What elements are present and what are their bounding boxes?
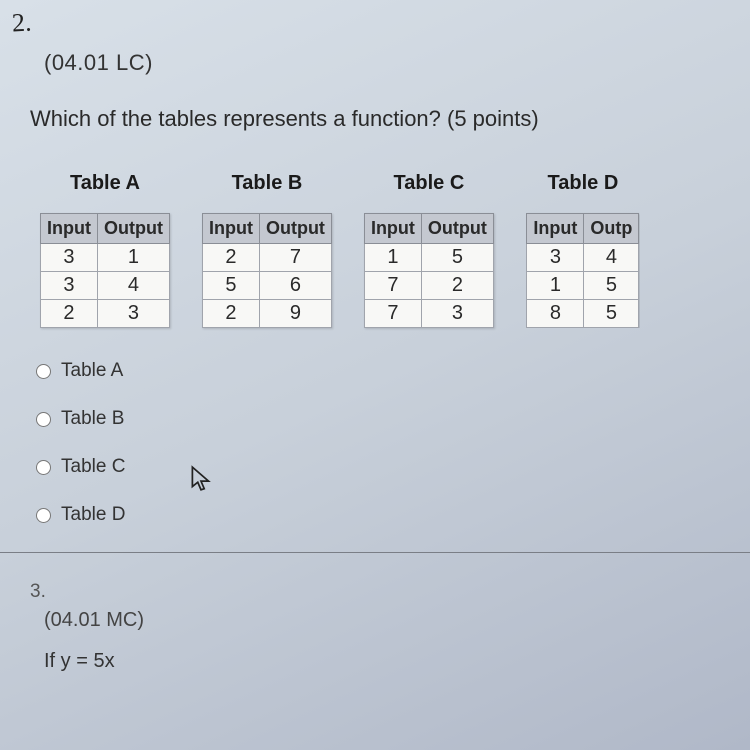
table-b: InputOutput 27 56 29 [202,213,332,328]
header-input: Input [527,214,584,244]
table-b-title: Table B [232,172,303,195]
table-a-title: Table A [70,172,140,195]
header-input: Input [202,214,259,244]
table-c-col: Table C InputOutput 15 72 73 [364,172,494,328]
table-row: 56 [202,272,331,300]
option-b-row[interactable]: Table B [36,408,750,430]
table-row: 27 [202,244,331,272]
table-row: 72 [364,272,493,300]
table-row: 73 [364,300,493,328]
next-lesson-code: (04.01 MC) [44,609,750,632]
header-output: Output [259,214,331,244]
header-output: Output [421,214,493,244]
lesson-code: (04.01 LC) [44,50,750,76]
next-question-stem: If y = 5x [44,650,750,673]
option-c-row[interactable]: Table C [36,456,750,478]
table-row: 29 [202,300,331,328]
option-c-radio[interactable] [36,460,51,475]
table-a-col: Table A InputOutput 31 34 23 [40,172,170,328]
table-row: 34 [41,272,170,300]
table-d: InputOutp 34 15 85 [526,213,639,328]
tables-row: Table A InputOutput 31 34 23 Table B Inp… [40,172,750,328]
option-b-radio[interactable] [36,412,51,427]
table-row: 85 [527,300,639,328]
table-a: InputOutput 31 34 23 [40,213,170,328]
question-text: Which of the tables represents a functio… [30,106,750,132]
table-c: InputOutput 15 72 73 [364,213,494,328]
next-question-number: 3. [30,581,750,603]
table-row: 15 [527,272,639,300]
table-row: 34 [527,244,639,272]
option-d-label: Table D [61,504,125,526]
table-row: 23 [41,300,170,328]
option-a-label: Table A [61,360,123,382]
table-d-col: Table D InputOutp 34 15 85 [526,172,640,328]
table-row: 31 [41,244,170,272]
option-d-row[interactable]: Table D [36,504,750,526]
table-row: 15 [364,244,493,272]
header-input: Input [364,214,421,244]
header-input: Input [41,214,98,244]
option-a-row[interactable]: Table A [36,360,750,382]
handwritten-question-number: 2. [11,8,32,39]
header-output: Output [97,214,169,244]
table-d-title: Table D [548,172,619,195]
option-c-label: Table C [61,456,125,478]
header-output-clipped: Outp [584,214,639,244]
question-divider [0,552,750,553]
answer-options: Table A Table B Table C Table D [36,360,750,526]
table-b-col: Table B InputOutput 27 56 29 [202,172,332,328]
option-b-label: Table B [61,408,124,430]
option-d-radio[interactable] [36,508,51,523]
option-a-radio[interactable] [36,364,51,379]
cursor-icon [190,465,212,493]
table-c-title: Table C [394,172,465,195]
